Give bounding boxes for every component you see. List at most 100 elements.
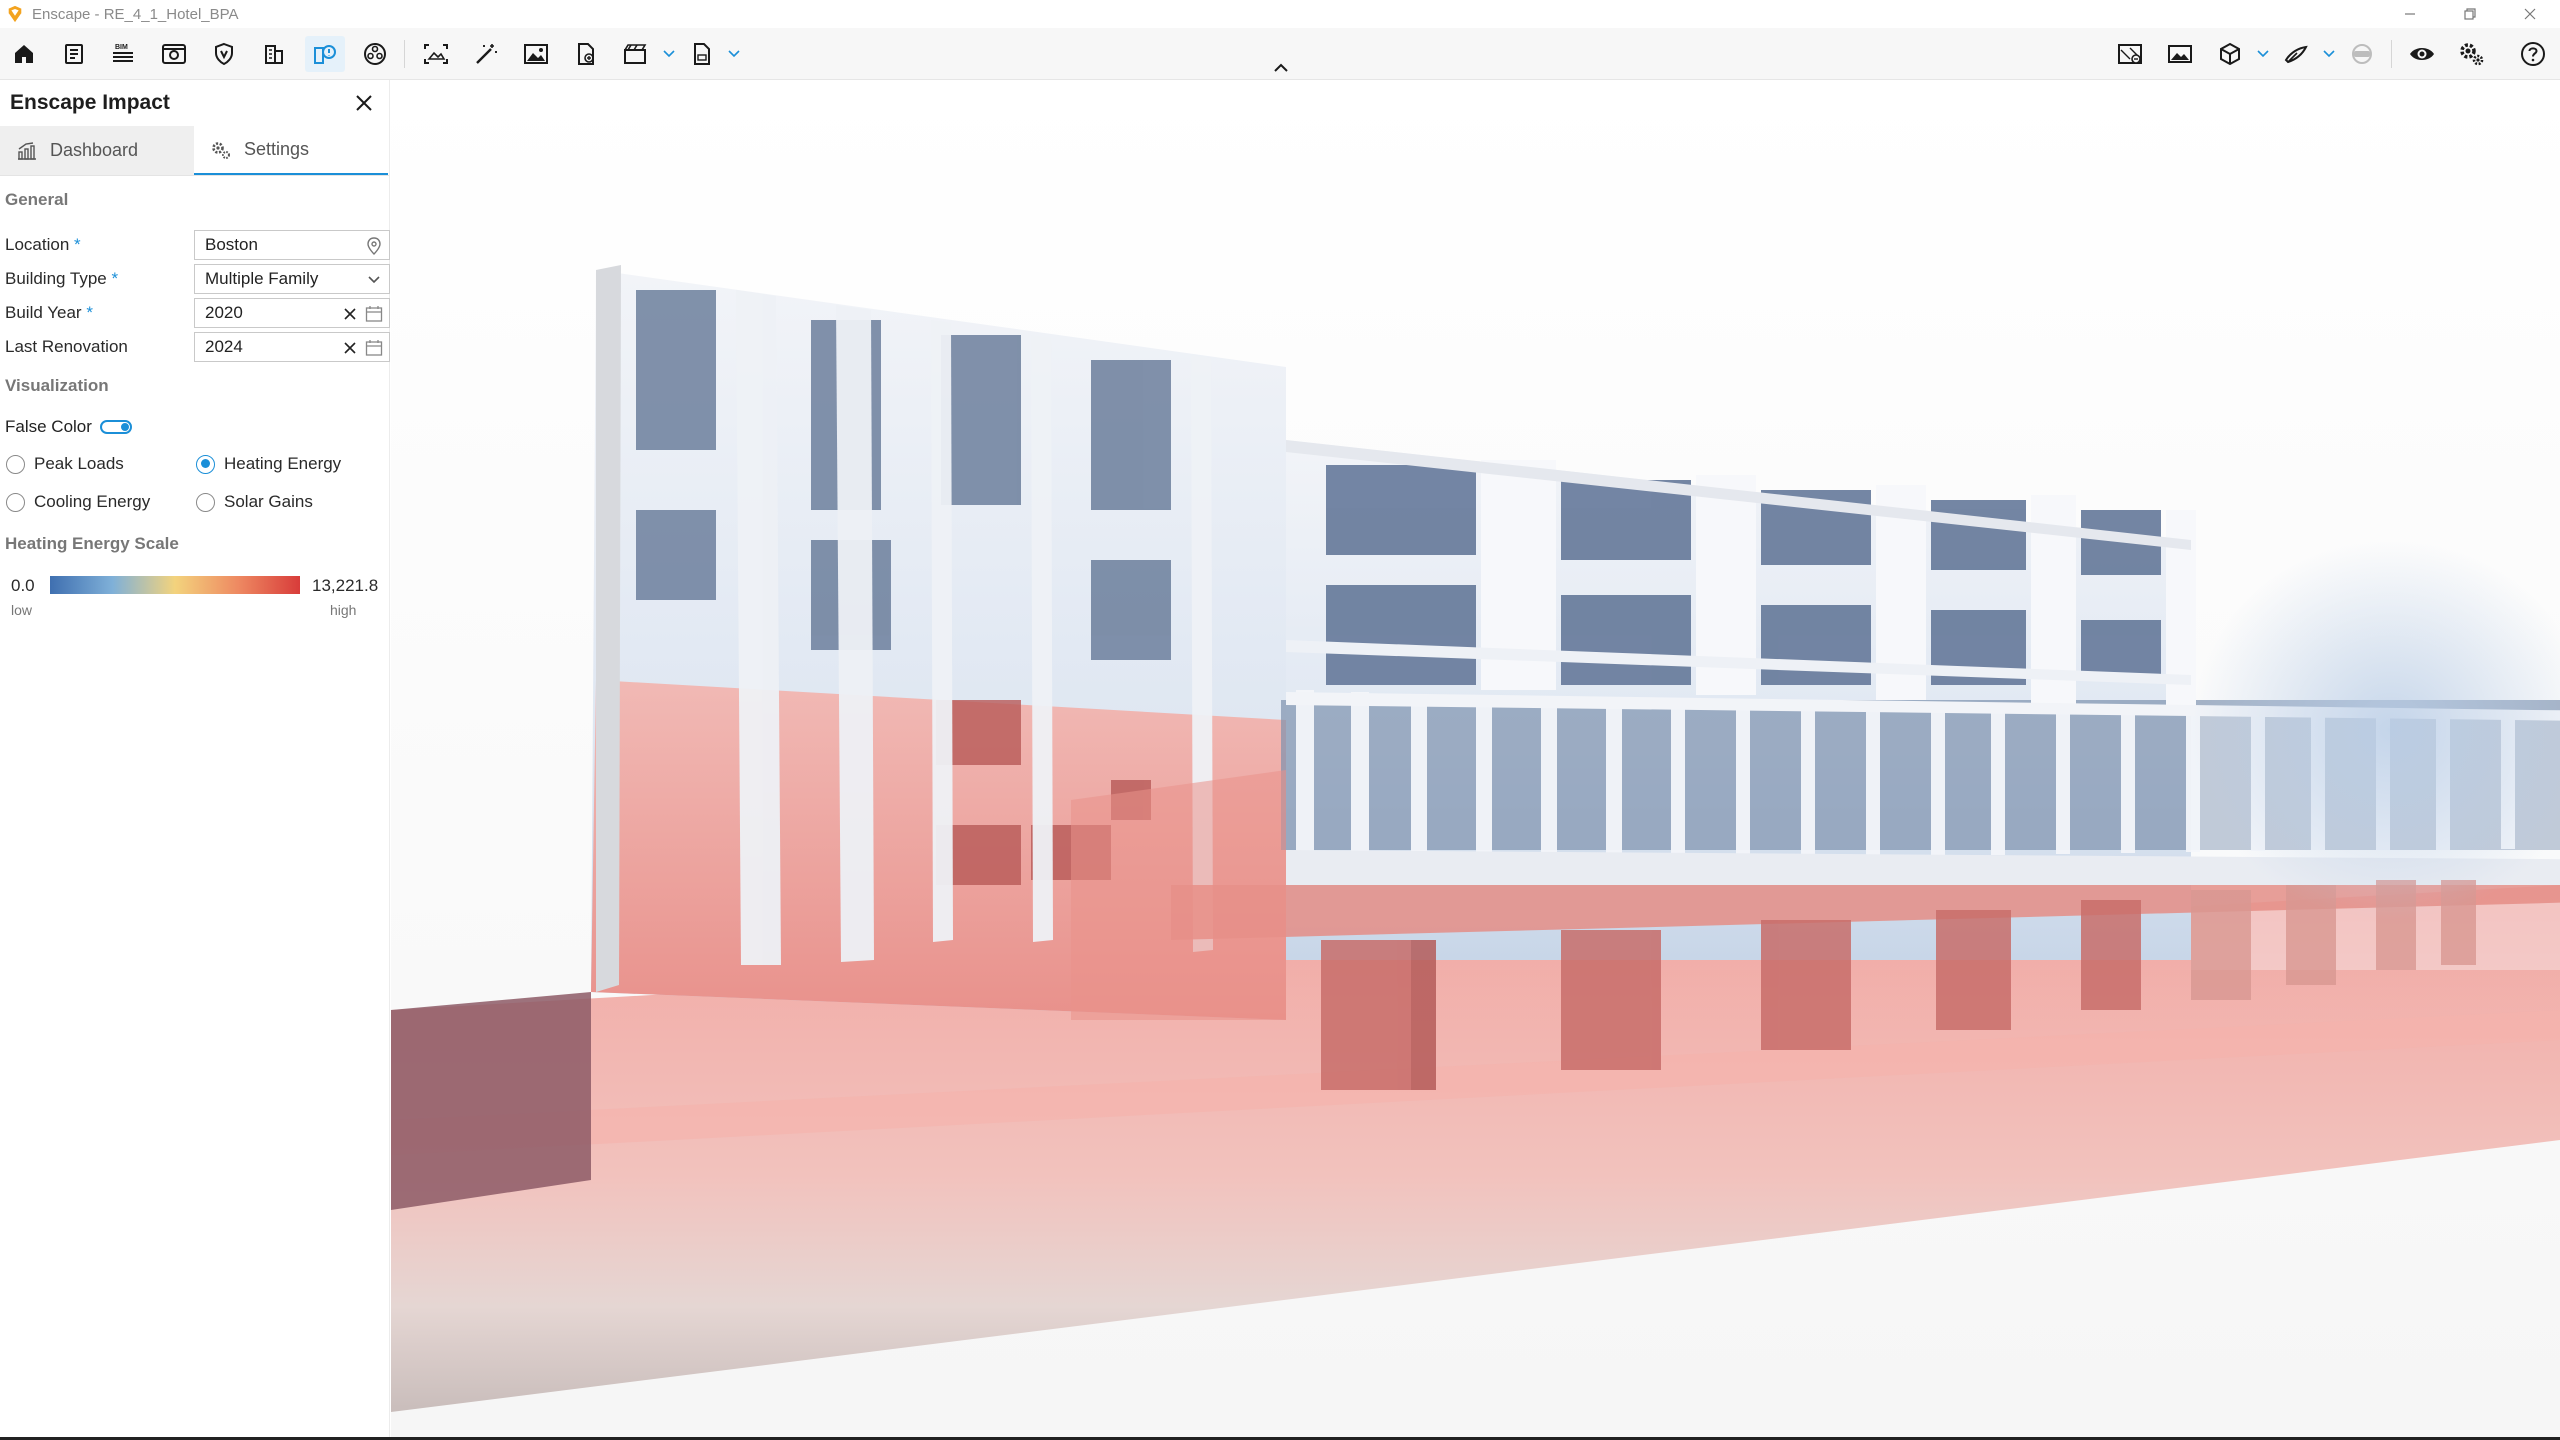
scale-low-label: low bbox=[11, 602, 33, 618]
build-year-row: Build Year * 2020 bbox=[5, 298, 390, 328]
scale-max-value: 13,221.8 bbox=[312, 576, 379, 595]
radio-solar-gains[interactable]: Solar Gains bbox=[196, 492, 313, 512]
visual-settings-icon bbox=[162, 44, 186, 64]
scale-min-value: 0.0 bbox=[11, 576, 35, 595]
export-icon bbox=[578, 43, 594, 65]
gallery-button[interactable] bbox=[2160, 36, 2200, 72]
chevron-down-icon bbox=[2257, 50, 2269, 58]
sun-study-icon bbox=[2284, 45, 2308, 64]
false-color-label: False Color bbox=[5, 417, 92, 436]
chevron-down-icon bbox=[2323, 50, 2335, 58]
toolbar-separator bbox=[404, 40, 405, 68]
restore-icon bbox=[2464, 8, 2476, 20]
radio-indicator bbox=[196, 492, 215, 512]
tab-settings[interactable]: Settings bbox=[194, 126, 388, 175]
calendar-icon[interactable] bbox=[364, 304, 384, 324]
shield-button[interactable] bbox=[204, 36, 244, 72]
scale-section-title: Heating Energy Scale bbox=[5, 534, 179, 553]
title-bar: Enscape - RE_4_1_Hotel_BPA bbox=[0, 0, 2560, 28]
chevron-down-icon bbox=[663, 50, 675, 58]
false-color-toggle[interactable] bbox=[99, 420, 132, 434]
shield-icon bbox=[215, 42, 233, 66]
location-row: Location * Boston bbox=[5, 230, 390, 260]
collapse-toolbar-button[interactable] bbox=[1270, 60, 1292, 76]
radio-indicator bbox=[6, 454, 25, 474]
home-button[interactable] bbox=[4, 36, 44, 72]
video-button[interactable] bbox=[616, 36, 656, 72]
render-viewport[interactable] bbox=[391, 80, 2560, 1437]
location-label: Location * bbox=[5, 235, 81, 254]
map-button[interactable] bbox=[2110, 36, 2150, 72]
eye-button[interactable] bbox=[2402, 36, 2442, 72]
svg-text:BIM: BIM bbox=[115, 44, 128, 51]
build-year-input[interactable]: 2020 bbox=[194, 298, 390, 328]
last-renovation-input[interactable]: 2024 bbox=[194, 332, 390, 362]
calendar-icon[interactable] bbox=[364, 338, 384, 358]
asset-library-button[interactable] bbox=[355, 36, 395, 72]
window-title: Enscape - RE_4_1_Hotel_BPA bbox=[32, 5, 239, 23]
document-list-button[interactable] bbox=[54, 36, 94, 72]
cube-menu-caret[interactable] bbox=[2256, 44, 2270, 64]
home-icon bbox=[15, 45, 33, 63]
cube-button[interactable] bbox=[2210, 36, 2250, 72]
tab-dashboard[interactable]: Dashboard bbox=[0, 126, 194, 175]
batch-render-button[interactable] bbox=[682, 36, 722, 72]
toolbar-separator bbox=[2391, 40, 2392, 68]
building-type-row: Building Type * Multiple Family bbox=[5, 264, 390, 294]
location-input[interactable]: Boston bbox=[194, 230, 390, 260]
help-icon bbox=[2521, 42, 2545, 66]
general-section-title: General bbox=[5, 190, 69, 209]
impact-icon bbox=[314, 45, 336, 64]
radio-peak-loads[interactable]: Peak Loads bbox=[6, 454, 124, 474]
sun-study-menu-caret[interactable] bbox=[2322, 44, 2336, 64]
map-icon bbox=[2118, 44, 2142, 64]
radio-indicator bbox=[196, 454, 215, 474]
chevron-down-icon bbox=[728, 50, 740, 58]
panel-tabs: Dashboard Settings bbox=[0, 126, 389, 176]
bim-button[interactable]: BIM bbox=[103, 36, 143, 72]
batch-render-menu-caret[interactable] bbox=[727, 44, 741, 64]
image-button[interactable] bbox=[516, 36, 556, 72]
settings-icon bbox=[212, 141, 230, 159]
panel-header: Enscape Impact bbox=[0, 80, 389, 126]
video-icon bbox=[624, 44, 647, 64]
location-pin-icon[interactable] bbox=[364, 236, 384, 256]
heating-energy-scale-bar bbox=[50, 576, 300, 594]
chevron-down-icon bbox=[364, 270, 384, 290]
asset-library-icon bbox=[364, 43, 386, 65]
settings-button[interactable] bbox=[2452, 36, 2492, 72]
sun-study-button[interactable] bbox=[2276, 36, 2316, 72]
building-type-select[interactable]: Multiple Family bbox=[194, 264, 390, 294]
enscape-logo-icon bbox=[8, 5, 22, 23]
export-button[interactable] bbox=[566, 36, 606, 72]
impact-button[interactable] bbox=[305, 36, 345, 72]
chevron-up-icon bbox=[1274, 63, 1288, 72]
false-color-row: False Color bbox=[5, 412, 385, 442]
minimize-button[interactable] bbox=[2380, 0, 2440, 28]
capture-view-button[interactable] bbox=[416, 36, 456, 72]
panel-title: Enscape Impact bbox=[10, 91, 170, 114]
magic-wand-icon bbox=[476, 44, 497, 64]
visual-settings-button[interactable] bbox=[154, 36, 194, 72]
building-icon bbox=[265, 45, 283, 64]
clear-icon[interactable] bbox=[341, 305, 359, 323]
building-button[interactable] bbox=[254, 36, 294, 72]
vr-headset-button[interactable] bbox=[2342, 36, 2382, 72]
restore-button[interactable] bbox=[2440, 0, 2500, 28]
close-window-button[interactable] bbox=[2500, 0, 2560, 28]
last-renovation-label: Last Renovation bbox=[5, 337, 128, 356]
tab-settings-label: Settings bbox=[244, 139, 310, 159]
radio-cooling-energy[interactable]: Cooling Energy bbox=[6, 492, 150, 512]
bim-icon: BIM bbox=[113, 44, 133, 62]
visualization-section-title: Visualization bbox=[5, 376, 109, 395]
magic-wand-button[interactable] bbox=[466, 36, 506, 72]
clear-icon[interactable] bbox=[341, 339, 359, 357]
close-icon bbox=[356, 95, 372, 111]
video-menu-caret[interactable] bbox=[662, 44, 676, 64]
help-button[interactable] bbox=[2513, 36, 2553, 72]
gallery-icon bbox=[2168, 45, 2192, 63]
radio-indicator bbox=[6, 492, 25, 512]
radio-heating-energy[interactable]: Heating Energy bbox=[196, 454, 341, 474]
panel-close-button[interactable] bbox=[351, 90, 377, 116]
image-icon bbox=[524, 44, 548, 64]
